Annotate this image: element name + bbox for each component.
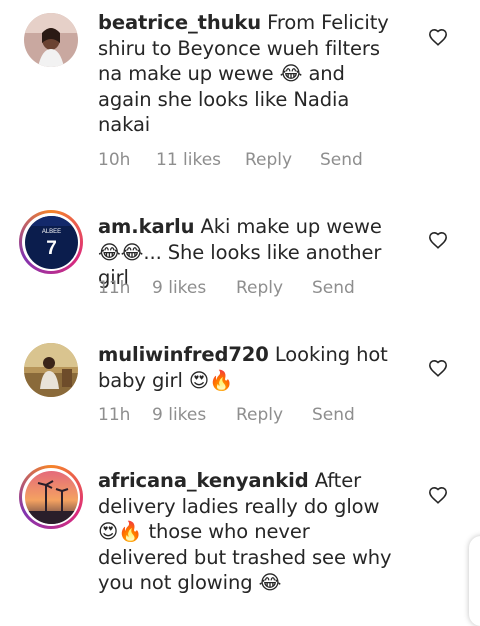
heart-icon[interactable] xyxy=(428,359,448,377)
avatar[interactable] xyxy=(19,465,83,529)
avatar[interactable] xyxy=(24,13,78,67)
send-button[interactable]: Send xyxy=(312,278,355,298)
comment-username[interactable]: am.karlu xyxy=(98,215,195,238)
heart-icon[interactable] xyxy=(428,231,448,249)
send-button[interactable]: Send xyxy=(320,150,363,170)
reply-button[interactable]: Reply xyxy=(245,150,320,170)
heart-icon[interactable] xyxy=(428,486,448,504)
comment-time: 10h xyxy=(98,150,131,170)
comment-username[interactable]: beatrice_thuku xyxy=(98,11,261,34)
comment-text: africana_kenyankid After delivery ladies… xyxy=(98,468,398,596)
comment-likes[interactable]: 11 likes xyxy=(156,150,245,170)
avatar-jersey-text: ALBEE xyxy=(41,229,60,235)
heart-icon[interactable] xyxy=(428,28,448,46)
comment-meta: 11h 9 likes Reply Send xyxy=(98,405,355,425)
comment-text: beatrice_thuku From Felicity shiru to Be… xyxy=(98,10,398,138)
comment-likes[interactable]: 9 likes xyxy=(152,278,236,298)
comment-username[interactable]: africana_kenyankid xyxy=(98,469,309,492)
comment-meta: 10h 11 likes Reply Send xyxy=(98,150,363,170)
comment-likes[interactable]: 9 likes xyxy=(152,405,236,425)
reply-button[interactable]: Reply xyxy=(236,405,312,425)
avatar-story-ring: ALBEE 7 xyxy=(22,213,80,271)
avatar-image: ALBEE 7 xyxy=(24,215,78,269)
comment-time: 11h xyxy=(98,405,131,425)
reply-button[interactable]: Reply xyxy=(236,278,312,298)
avatar-jersey-number: 7 xyxy=(46,238,57,259)
send-button[interactable]: Send xyxy=(312,405,355,425)
avatar[interactable]: ALBEE 7 xyxy=(19,210,83,274)
avatar-image xyxy=(24,470,78,524)
comment-text: muliwinfred720 Looking hot baby girl 😍🔥 xyxy=(98,342,398,393)
avatar[interactable] xyxy=(24,343,78,397)
floating-side-tab[interactable] xyxy=(469,536,480,626)
comment-time: 11h xyxy=(98,278,131,298)
comment-meta: 11h 9 likes Reply Send xyxy=(98,278,355,298)
avatar-story-ring xyxy=(22,468,80,526)
comment-username[interactable]: muliwinfred720 xyxy=(98,343,269,366)
